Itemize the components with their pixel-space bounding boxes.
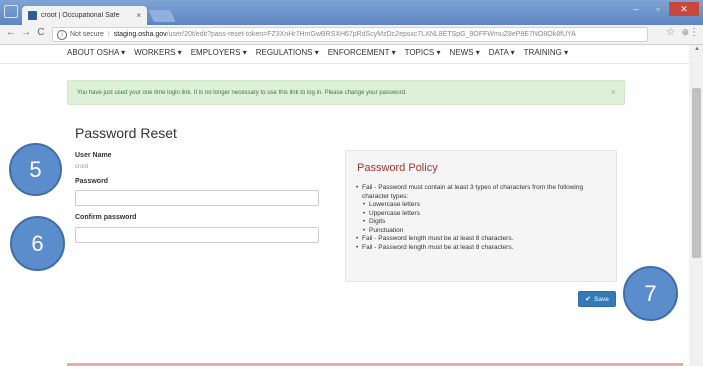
policy-title: Password Policy: [357, 162, 438, 174]
status-alert: You have just used your one time login l…: [67, 80, 625, 105]
back-icon[interactable]: ←: [5, 27, 17, 38]
nav-enforcement[interactable]: ENFORCEMENT ▾: [328, 48, 396, 57]
not-secure-label: Not secure: [70, 31, 104, 38]
browser-toolbar: ← → C i Not secure | staging.osha.gov /u…: [0, 25, 703, 45]
scroll-up-icon[interactable]: ▲: [694, 46, 700, 52]
nav-topics[interactable]: TOPICS ▾: [405, 48, 441, 57]
nav-about-osha[interactable]: ABOUT OSHA ▾: [67, 48, 125, 57]
forward-icon[interactable]: →: [20, 27, 32, 38]
policy-item: Fail - Password must contain at least 3 …: [356, 184, 608, 201]
confirm-password-label: Confirm password: [75, 214, 137, 221]
browser-tabstrip: croot | Occupational Safe × – ▫ ✕: [0, 0, 703, 25]
username-label: User Name: [75, 152, 112, 159]
extension-icon[interactable]: ⊕: [681, 27, 689, 38]
new-tab-button[interactable]: [148, 10, 176, 22]
favicon-icon: [28, 11, 37, 20]
tab-title: croot | Occupational Safe: [41, 12, 120, 19]
minimize-button[interactable]: –: [625, 2, 647, 16]
nav-news[interactable]: NEWS ▾: [449, 48, 479, 57]
bookmark-star-icon[interactable]: ☆: [666, 27, 675, 38]
password-policy-panel: Password Policy Fail - Password must con…: [345, 150, 617, 282]
nav-data[interactable]: DATA ▾: [489, 48, 515, 57]
password-field[interactable]: [75, 190, 319, 206]
address-bar[interactable]: i Not secure | staging.osha.gov /user/20…: [52, 27, 648, 42]
page-title: Password Reset: [75, 125, 177, 141]
maximize-button[interactable]: ▫: [647, 2, 669, 16]
step-callout-6: 6: [10, 216, 65, 271]
address-separator: |: [107, 31, 110, 38]
address-host: staging.osha.gov: [113, 31, 167, 38]
nav-employers[interactable]: EMPLOYERS ▾: [191, 48, 247, 57]
close-window-button[interactable]: ✕: [669, 2, 699, 16]
check-icon: ✔: [585, 296, 592, 303]
site-nav: ABOUT OSHA ▾ WORKERS ▾ EMPLOYERS ▾ REGUL…: [0, 45, 703, 64]
nav-training[interactable]: TRAINING ▾: [524, 48, 568, 57]
username-value: croot: [75, 164, 89, 170]
policy-subitem: Lowercase letters: [356, 201, 608, 210]
policy-item: Fail - Password length must be at least …: [356, 244, 608, 253]
confirm-password-field[interactable]: [75, 227, 319, 243]
save-button[interactable]: ✔ Save: [578, 291, 616, 307]
nav-regulations[interactable]: REGULATIONS ▾: [256, 48, 319, 57]
policy-item: Fail - Password length must be at least …: [356, 235, 608, 244]
scrollbar-thumb[interactable]: [692, 88, 701, 258]
alert-close-icon[interactable]: ×: [611, 87, 616, 97]
alert-message: You have just used your one time login l…: [77, 89, 407, 96]
policy-subitem: Punctuation: [356, 227, 608, 236]
browser-tab[interactable]: croot | Occupational Safe ×: [22, 6, 147, 25]
step-callout-7: 7: [623, 266, 678, 321]
policy-subitem: Uppercase letters: [356, 210, 608, 219]
nav-workers[interactable]: WORKERS ▾: [134, 48, 182, 57]
window-controls: – ▫ ✕: [625, 2, 699, 16]
info-icon[interactable]: i: [57, 29, 67, 40]
policy-list: Fail - Password must contain at least 3 …: [356, 184, 608, 252]
window-icon: [4, 5, 18, 18]
reload-icon[interactable]: C: [35, 27, 47, 38]
tab-close-icon[interactable]: ×: [136, 11, 141, 20]
step-callout-5: 5: [9, 143, 62, 196]
browser-menu-icon[interactable]: ⋮: [689, 27, 699, 38]
password-label: Password: [75, 178, 109, 185]
address-path: /user/20t/edit?pass-reset-token=FZ3XnHr7…: [166, 31, 576, 38]
policy-subitem: Digits: [356, 218, 608, 227]
save-label: Save: [594, 295, 609, 303]
